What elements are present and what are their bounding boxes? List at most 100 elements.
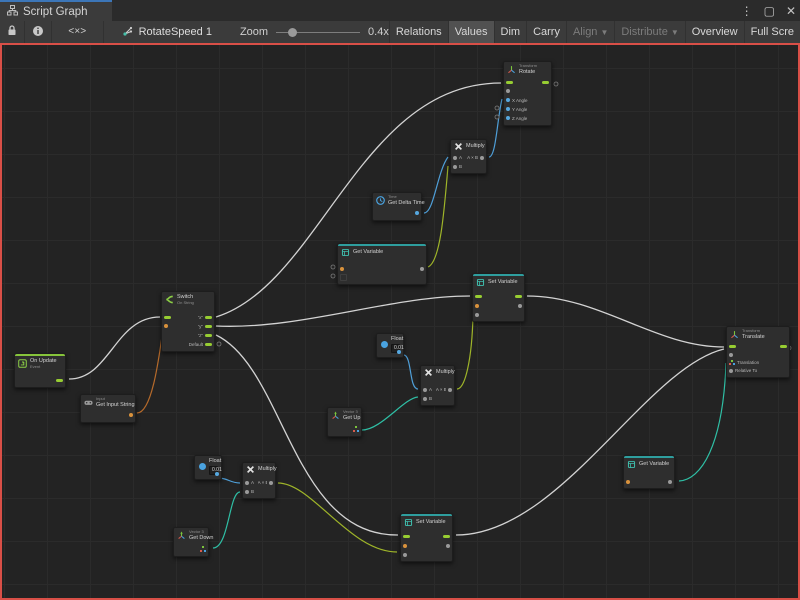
toolbar-button-dim[interactable]: Dim <box>494 21 527 43</box>
node-title: Get Down <box>189 535 205 542</box>
gray-value-port[interactable] <box>729 353 733 357</box>
blue-value-port[interactable] <box>215 472 219 476</box>
node-on-update[interactable]: On UpdateEvent <box>14 353 66 388</box>
blue-value-port[interactable] <box>506 107 510 111</box>
gray-value-port[interactable] <box>448 388 452 392</box>
flow-port[interactable] <box>443 535 450 538</box>
gray-value-port[interactable] <box>420 267 424 271</box>
toolbar-button-align[interactable]: Align▼ <box>566 21 614 43</box>
tab-bar: Script Graph ⋮ ▢ ✕ <box>0 0 800 21</box>
orange-value-port[interactable] <box>164 324 168 328</box>
menu-icon[interactable]: ⋮ <box>741 5 753 17</box>
orange-value-port[interactable] <box>129 413 133 417</box>
float-icon <box>198 458 207 476</box>
port-row <box>504 78 551 87</box>
node-float-b[interactable]: Float0.01 <box>194 455 222 480</box>
toolbar-button-carry[interactable]: Carry <box>526 21 566 43</box>
vector3-port[interactable] <box>729 360 735 366</box>
node-vector3-get-up[interactable]: Vector 3Get Up <box>327 407 362 437</box>
toolbar-button-distribute[interactable]: Distribute▼ <box>614 21 684 43</box>
flow-port[interactable] <box>56 379 63 382</box>
gray-value-port[interactable] <box>269 481 273 485</box>
gray-value-port[interactable] <box>668 480 672 484</box>
orange-value-port[interactable] <box>403 544 407 548</box>
zoom-slider-handle[interactable] <box>288 28 297 37</box>
flow-port[interactable] <box>729 345 736 348</box>
vector3-port[interactable] <box>353 426 359 432</box>
gamepad-icon <box>84 398 93 407</box>
node-subtitle: On String <box>177 301 194 306</box>
node-get-delta-time[interactable]: TimeGet Delta Time <box>372 192 422 221</box>
node-multiply-c[interactable]: MultiplyAA × BB <box>242 462 276 499</box>
node-get-input-string[interactable]: InputGet Input String <box>80 394 136 423</box>
port-row: B <box>451 162 486 171</box>
node-rotate[interactable]: TransformRotateX AngleY AngleZ Angle <box>503 61 552 126</box>
blue-value-port[interactable] <box>415 211 419 215</box>
flow-port[interactable] <box>475 295 482 298</box>
node-set-variable-b[interactable]: Set Variable <box>400 513 453 562</box>
port-label: A <box>429 387 432 392</box>
port-row: AA × B <box>451 153 486 162</box>
vector3-port[interactable] <box>200 546 206 552</box>
gray-value-port[interactable] <box>453 165 457 169</box>
node-translate[interactable]: TransformTranslateTranslationRelative To <box>726 326 790 378</box>
flow-port[interactable] <box>164 316 171 319</box>
gray-value-port[interactable] <box>453 156 457 160</box>
gray-value-port[interactable] <box>245 490 249 494</box>
node-switch-on-string[interactable]: SwitchOn String"x""y""z"Default <box>161 291 215 352</box>
node-title: Set Variable <box>488 279 518 286</box>
gray-value-port[interactable] <box>475 313 479 317</box>
toolbar-button-relations[interactable]: Relations <box>389 21 448 43</box>
node-set-variable-a[interactable]: Set Variable <box>472 273 525 322</box>
gray-value-port[interactable] <box>729 369 733 373</box>
toolbar-button-overview[interactable]: Overview <box>685 21 744 43</box>
info-button[interactable] <box>25 21 52 43</box>
maximize-icon[interactable]: ▢ <box>764 5 775 17</box>
graph-name-chip[interactable]: RotateSpeed 1 <box>122 25 212 40</box>
variable-icon <box>341 248 350 257</box>
gray-value-port[interactable] <box>403 553 407 557</box>
port-row: B <box>421 394 454 403</box>
code-icon: <×> <box>68 27 86 38</box>
flow-port[interactable] <box>205 316 212 319</box>
node-vector3-get-down[interactable]: Vector 3Get Down <box>173 527 209 557</box>
gray-value-port[interactable] <box>480 156 484 160</box>
tab-title: Script Graph <box>23 6 88 18</box>
gray-value-port[interactable] <box>423 397 427 401</box>
gray-value-port[interactable] <box>446 544 450 548</box>
node-multiply-a[interactable]: MultiplyAA × BB <box>450 139 487 174</box>
orange-value-port[interactable] <box>475 304 479 308</box>
port-label: B <box>459 164 462 169</box>
toolbar-button-values[interactable]: Values <box>448 21 494 43</box>
blue-value-port[interactable] <box>397 350 401 354</box>
gray-value-port[interactable] <box>245 481 249 485</box>
event-icon <box>18 359 27 368</box>
blue-value-port[interactable] <box>506 98 510 102</box>
close-icon[interactable]: ✕ <box>786 5 796 17</box>
blue-value-port[interactable] <box>506 116 510 120</box>
tab-script-graph[interactable]: Script Graph <box>0 0 112 21</box>
lock-button[interactable] <box>0 21 25 43</box>
flow-port[interactable] <box>542 81 549 84</box>
port-row <box>401 550 452 559</box>
gray-value-port[interactable] <box>423 388 427 392</box>
gray-value-port[interactable] <box>518 304 522 308</box>
flow-port[interactable] <box>515 295 522 298</box>
toolbar-button-full-scre[interactable]: Full Scre <box>744 21 800 43</box>
node-multiply-b[interactable]: MultiplyAA × BB <box>420 365 455 406</box>
flow-port[interactable] <box>780 345 787 348</box>
flow-port[interactable] <box>205 343 212 346</box>
node-get-variable-a[interactable]: Get Variable <box>337 243 427 285</box>
flow-port[interactable] <box>205 334 212 337</box>
node-get-variable-b[interactable]: Get Variable <box>623 455 675 489</box>
node-float-a[interactable]: Float0.01 <box>376 333 404 358</box>
code-view-button[interactable]: <×> <box>52 21 104 43</box>
gray-value-port[interactable] <box>506 89 510 93</box>
orange-value-port[interactable] <box>626 480 630 484</box>
flow-port[interactable] <box>506 81 513 84</box>
orange-value-port[interactable] <box>340 267 344 271</box>
flow-port[interactable] <box>403 535 410 538</box>
flow-port[interactable] <box>205 325 212 328</box>
ghost-port[interactable] <box>340 274 347 281</box>
zoom-slider[interactable] <box>276 27 360 37</box>
